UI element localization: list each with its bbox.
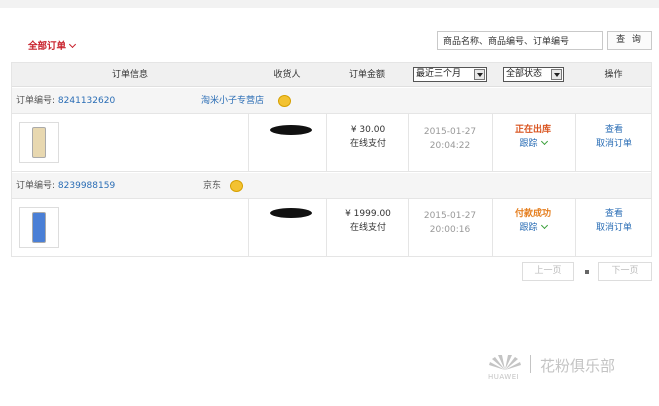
search-input[interactable]	[437, 31, 603, 50]
dropdown-arrow-icon	[474, 69, 485, 80]
divider	[326, 199, 327, 257]
status-text: 付款成功	[514, 209, 551, 219]
store-chat-icon[interactable]	[278, 95, 291, 107]
order-actions: 查看 取消订单	[576, 207, 652, 235]
header-ops: 操作	[604, 70, 623, 80]
cancel-order-link[interactable]: 取消订单	[576, 137, 652, 151]
payment-method: 在线支付	[349, 223, 386, 233]
order-amount: ¥ 30.00 在线支付	[328, 123, 408, 151]
order-header-row: 订单编号: 8241132620 淘米小子专营店	[12, 88, 651, 114]
period-select-value: 最近三个月	[416, 69, 462, 79]
watermark-separator	[530, 355, 531, 373]
table-header: 订单信息 收货人 订单金额 最近三个月 全部状态 操作	[12, 63, 651, 87]
order-number: 订单编号: 8241132620	[16, 88, 115, 114]
chevron-down-icon	[68, 40, 77, 49]
order-price: ¥ 30.00	[350, 125, 386, 135]
store-chat-icon[interactable]	[230, 180, 243, 192]
watermark-brand: HUAWEI	[488, 373, 520, 381]
order-number-label: 订单编号:	[16, 96, 56, 106]
order-datetime: 2015-01-27 20:04:22	[410, 125, 490, 153]
search-button[interactable]: 查 询	[607, 31, 652, 50]
divider	[248, 114, 249, 172]
prev-page-button[interactable]: 上一页	[522, 262, 574, 281]
track-link[interactable]: 跟踪	[493, 137, 573, 151]
track-link[interactable]: 跟踪	[493, 221, 573, 235]
phone-case-image	[32, 127, 46, 158]
order-item-row: ¥ 1999.00 在线支付 2015-01-27 20:00:16 付款成功 …	[12, 199, 651, 257]
cancel-order-link[interactable]: 取消订单	[576, 221, 652, 235]
order-filter-label: 全部订单	[28, 41, 67, 52]
order-amount: ¥ 1999.00 在线支付	[328, 207, 408, 235]
orders-table: 订单信息 收货人 订单金额 最近三个月 全部状态 操作 订单编号: 824113…	[11, 62, 652, 257]
view-link[interactable]: 查看	[576, 207, 652, 221]
product-thumbnail[interactable]	[19, 207, 59, 248]
current-page-indicator	[585, 270, 589, 274]
order-number-link[interactable]: 8241132620	[58, 96, 115, 106]
status-select[interactable]: 全部状态	[503, 67, 564, 82]
divider	[408, 114, 409, 172]
status-text: 正在出库	[514, 125, 551, 135]
redacted-receiver	[270, 208, 312, 218]
product-thumbnail[interactable]	[19, 122, 59, 163]
period-select[interactable]: 最近三个月	[413, 67, 487, 82]
order-status: 正在出库 跟踪	[493, 123, 573, 151]
phone-image	[32, 212, 46, 243]
order-filter-dropdown[interactable]: 全部订单	[28, 38, 77, 52]
header-amount: 订单金额	[348, 70, 385, 80]
order-price: ¥ 1999.00	[345, 209, 391, 219]
store-link[interactable]: 淘米小子专营店	[201, 88, 264, 114]
order-actions: 查看 取消订单	[576, 123, 652, 151]
next-page-button[interactable]: 下一页	[598, 262, 652, 281]
order-status: 付款成功 跟踪	[493, 207, 573, 235]
order-header-row: 订单编号: 8239988159 京东	[12, 173, 651, 199]
order-number: 订单编号: 8239988159	[16, 173, 115, 199]
header-order-info: 订单信息	[111, 70, 148, 80]
order-date: 2015-01-27	[423, 211, 477, 221]
status-select-value: 全部状态	[506, 69, 543, 79]
huawei-logo-icon	[489, 355, 521, 370]
top-strip	[0, 0, 659, 8]
dropdown-arrow-icon	[551, 69, 562, 80]
order-number-label: 订单编号:	[16, 181, 56, 191]
store-name: 京东	[203, 181, 222, 191]
order-date: 2015-01-27	[423, 127, 477, 137]
divider	[408, 199, 409, 257]
watermark-text: 花粉俱乐部	[540, 357, 616, 375]
order-time: 20:04:22	[429, 141, 471, 151]
redacted-receiver	[270, 125, 312, 135]
order-datetime: 2015-01-27 20:00:16	[410, 209, 490, 237]
order-time: 20:00:16	[429, 225, 471, 235]
order-number-link[interactable]: 8239988159	[58, 181, 115, 191]
divider	[326, 114, 327, 172]
order-item-row: ¥ 30.00 在线支付 2015-01-27 20:04:22 正在出库 跟踪…	[12, 114, 651, 172]
divider	[248, 199, 249, 257]
payment-method: 在线支付	[349, 139, 386, 149]
header-receiver: 收货人	[273, 70, 301, 80]
view-link[interactable]: 查看	[576, 123, 652, 137]
